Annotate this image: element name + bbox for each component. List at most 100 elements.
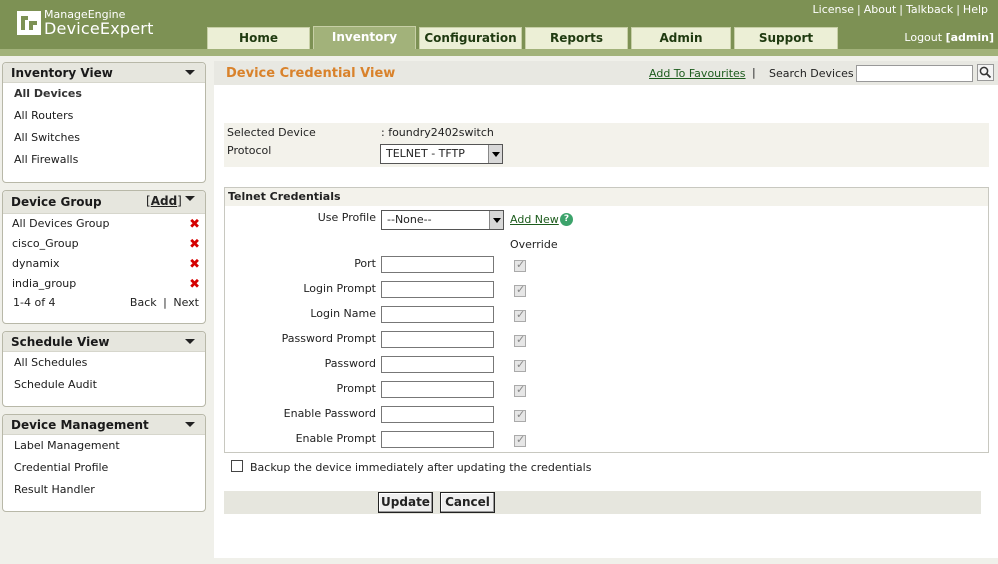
help-link[interactable]: Help [963, 3, 988, 16]
schedule-view-title: Schedule View [11, 335, 110, 349]
add-group-label[interactable]: Add [151, 194, 177, 208]
selected-device-label: Selected Device [227, 126, 316, 139]
tab-home[interactable]: Home [207, 27, 310, 49]
search-devices-label: Search Devices [769, 67, 854, 80]
enable-prompt-field[interactable] [381, 431, 494, 448]
collapse-arrow-icon[interactable] [185, 339, 195, 344]
logout-area: Logout [admin] [904, 31, 994, 44]
main-header-bar: Device Credential View Add To Favourites… [214, 61, 998, 85]
device-group-title: Device Group [11, 195, 102, 209]
enable-password-override-checkbox[interactable] [514, 408, 526, 422]
backup-immediately-checkbox[interactable] [231, 460, 243, 472]
sidebar-item-all-routers[interactable]: All Routers [3, 105, 205, 127]
backup-immediately-label: Backup the device immediately after upda… [250, 461, 592, 474]
port-field[interactable] [381, 256, 494, 273]
enable-password-label: Enable Password [283, 407, 376, 420]
group-item-all-devices-group[interactable]: All Devices Group ✖ [3, 214, 205, 234]
update-button[interactable]: Update [378, 492, 433, 513]
collapse-arrow-icon[interactable] [185, 422, 195, 427]
collapse-arrow-icon[interactable] [185, 70, 195, 75]
pager-next-link[interactable]: Next [173, 296, 199, 309]
tab-support[interactable]: Support [734, 27, 838, 49]
search-devices-input[interactable] [856, 65, 973, 82]
device-management-header[interactable]: Device Management [3, 415, 205, 435]
header-stripe [0, 49, 998, 56]
chevron-down-icon[interactable] [489, 211, 503, 229]
protocol-label: Protocol [227, 144, 272, 157]
login-prompt-label: Login Prompt [303, 282, 376, 295]
device-group-header[interactable]: Device Group [Add] [3, 191, 205, 214]
port-label: Port [354, 257, 376, 270]
group-item-cisco-group[interactable]: cisco_Group ✖ [3, 234, 205, 254]
login-prompt-override-checkbox[interactable] [514, 283, 526, 297]
password-label: Password [324, 357, 376, 370]
protocol-select[interactable]: TELNET - TFTP [380, 144, 503, 164]
enable-password-field[interactable] [381, 406, 494, 423]
inventory-view-panel: Inventory View All Devices All Routers A… [2, 62, 206, 183]
license-link[interactable]: License [813, 3, 854, 16]
group-item-dynamix[interactable]: dynamix ✖ [3, 254, 205, 274]
add-to-favourites-link[interactable]: Add To Favourites [649, 67, 746, 80]
pager-count: 1-4 of 4 [13, 296, 56, 309]
sidebar-item-schedule-audit[interactable]: Schedule Audit [3, 374, 205, 396]
tab-inventory[interactable]: Inventory [313, 26, 416, 49]
sidebar-item-all-schedules[interactable]: All Schedules [3, 352, 205, 374]
override-column-label: Override [510, 238, 558, 251]
add-new-profile-link[interactable]: Add New [510, 213, 559, 226]
help-icon[interactable]: ? [560, 213, 573, 226]
sidebar-item-credential-profile[interactable]: Credential Profile [3, 457, 205, 479]
inventory-view-header[interactable]: Inventory View [3, 63, 205, 83]
pager-back-link[interactable]: Back [130, 296, 157, 309]
delete-icon[interactable]: ✖ [189, 258, 200, 271]
logo-product-text: DeviceExpert [44, 19, 154, 38]
logout-link[interactable]: Logout [904, 31, 942, 44]
top-links: License | About | Talkback | Help [812, 3, 988, 16]
sidebar-item-all-devices[interactable]: All Devices [3, 83, 205, 105]
main-content: Device Credential View Add To Favourites… [214, 61, 998, 558]
device-management-panel: Device Management Label Management Crede… [2, 414, 206, 512]
prompt-label: Prompt [336, 382, 376, 395]
chevron-down-icon[interactable] [488, 145, 502, 163]
sidebar-item-all-firewalls[interactable]: All Firewalls [3, 149, 205, 171]
group-item-label: dynamix [12, 257, 60, 270]
schedule-view-header[interactable]: Schedule View [3, 332, 205, 352]
collapse-arrow-icon[interactable] [185, 196, 195, 201]
tab-configuration[interactable]: Configuration [419, 27, 522, 49]
device-info-panel: Selected Device : foundry2402switch Prot… [224, 123, 989, 167]
delete-icon[interactable]: ✖ [189, 278, 200, 291]
talkback-link[interactable]: Talkback [906, 3, 953, 16]
form-button-bar: Update Cancel [224, 491, 981, 514]
password-field[interactable] [381, 356, 494, 373]
password-override-checkbox[interactable] [514, 358, 526, 372]
login-name-field[interactable] [381, 306, 494, 323]
delete-icon[interactable]: ✖ [189, 218, 200, 231]
header-separator: | [752, 66, 756, 79]
enable-prompt-override-checkbox[interactable] [514, 433, 526, 447]
login-name-override-checkbox[interactable] [514, 308, 526, 322]
group-item-label: cisco_Group [12, 237, 79, 250]
app-logo[interactable]: ManageEngine DeviceExpert [16, 8, 176, 42]
tab-admin[interactable]: Admin [631, 27, 731, 49]
prompt-override-checkbox[interactable] [514, 383, 526, 397]
sidebar-item-label-management[interactable]: Label Management [3, 435, 205, 457]
port-override-checkbox[interactable] [514, 258, 526, 272]
sidebar-item-all-switches[interactable]: All Switches [3, 127, 205, 149]
password-prompt-override-checkbox[interactable] [514, 333, 526, 347]
search-icon [979, 66, 992, 79]
search-button[interactable] [977, 64, 994, 81]
password-prompt-field[interactable] [381, 331, 494, 348]
delete-icon[interactable]: ✖ [189, 238, 200, 251]
sidebar-item-result-handler[interactable]: Result Handler [3, 479, 205, 501]
page-title: Device Credential View [226, 66, 396, 81]
enable-prompt-label: Enable Prompt [295, 432, 376, 445]
add-group-button[interactable]: [Add] [146, 194, 182, 208]
cancel-button[interactable]: Cancel [440, 492, 495, 513]
about-link[interactable]: About [864, 3, 897, 16]
tab-reports[interactable]: Reports [525, 27, 628, 49]
prompt-field[interactable] [381, 381, 494, 398]
group-item-india-group[interactable]: india_group ✖ [3, 274, 205, 294]
use-profile-label: Use Profile [317, 211, 376, 224]
login-prompt-field[interactable] [381, 281, 494, 298]
selected-device-value: : foundry2402switch [381, 126, 494, 139]
use-profile-select[interactable]: --None-- [381, 210, 504, 230]
